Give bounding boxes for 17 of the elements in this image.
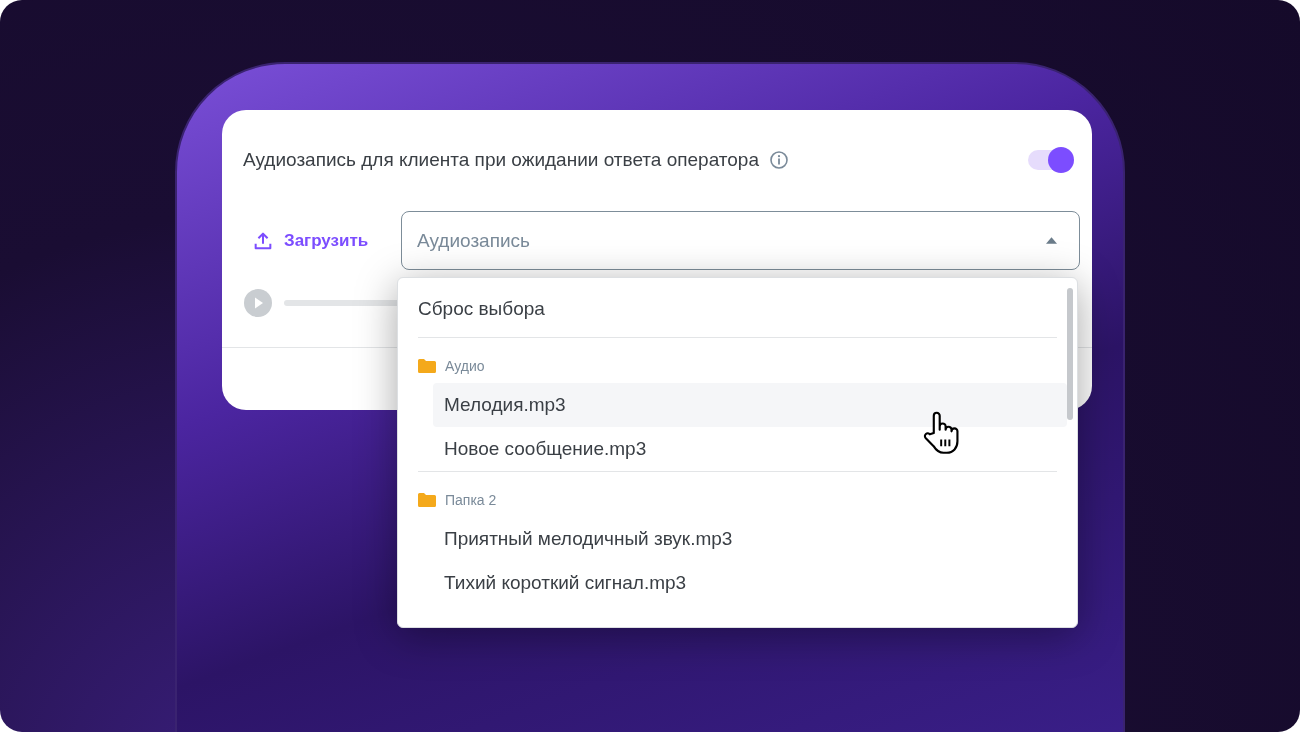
info-icon[interactable]: [769, 150, 789, 170]
reset-selection-item[interactable]: Сброс выбора: [418, 278, 1057, 337]
audio-file-item[interactable]: Тихий короткий сигнал.mp3: [433, 561, 1067, 605]
folder-icon: [418, 359, 436, 373]
toggle-switch[interactable]: [1028, 150, 1072, 170]
audio-select-field[interactable]: Аудиозапись: [401, 211, 1080, 270]
audio-file-item[interactable]: Мелодия.mp3: [433, 383, 1067, 427]
group-label: Аудио: [445, 358, 485, 374]
setting-label: Аудиозапись для клиента при ожидании ответа оператора: [243, 149, 759, 171]
hand-cursor-icon: [922, 410, 962, 456]
folder-icon: [418, 493, 436, 507]
audio-file-item[interactable]: Новое сообщение.mp3: [433, 427, 1067, 471]
caret-icon: [1046, 237, 1057, 244]
group-label: Папка 2: [445, 492, 497, 508]
scrollbar[interactable]: [1067, 288, 1073, 420]
audio-file-item[interactable]: Приятный мелодичный звук.mp3: [433, 517, 1067, 561]
upload-button[interactable]: Загрузить: [242, 221, 401, 260]
